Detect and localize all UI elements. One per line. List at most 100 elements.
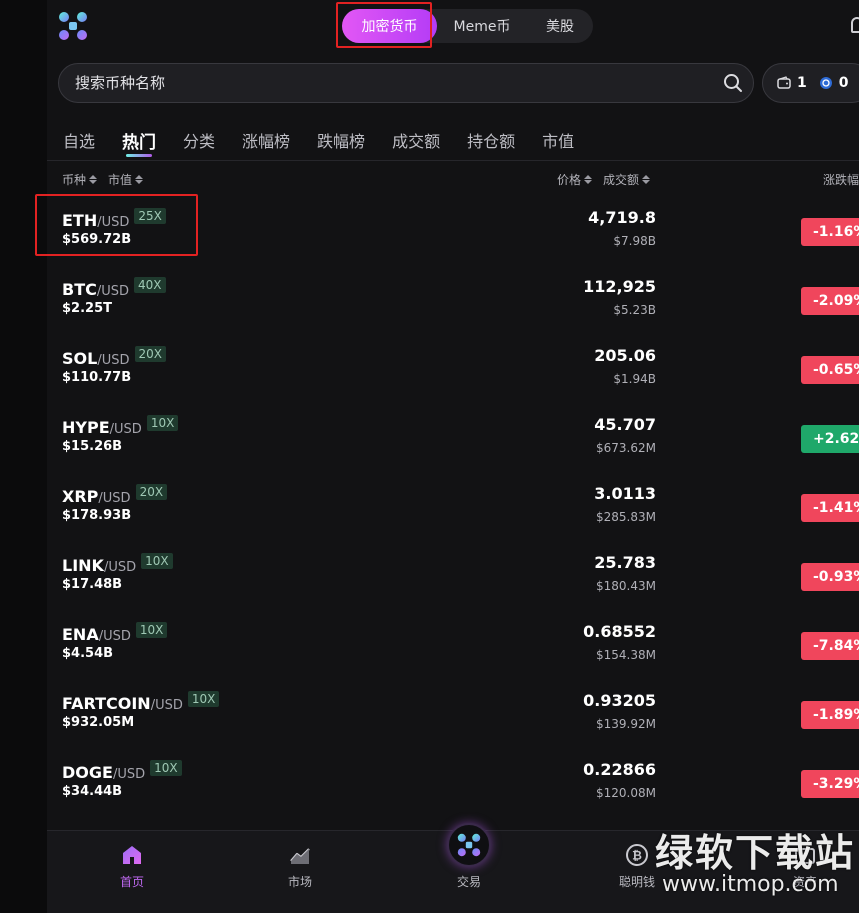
tab-hot[interactable]: 热门 (122, 128, 156, 160)
leverage-badge: 10X (187, 691, 220, 707)
market-type-switch: 加密货币 Meme币 美股 (342, 9, 593, 43)
table-row[interactable]: XRP/USD 20X $178.93B 3.0113 $285.83M -1.4… (47, 474, 859, 542)
tab-gainers[interactable]: 涨幅榜 (242, 128, 290, 160)
table-row[interactable]: ETH/USD 25X $569.72B 4,719.8 $7.98B -1.16… (47, 198, 859, 266)
watermark-title: 绿软下载站 (655, 831, 856, 875)
table-row[interactable]: ENA/USD 10X $4.54B 0.68552 $154.38M -7.84… (47, 612, 859, 680)
change-badge: -0.93% (801, 563, 859, 591)
nav-trade[interactable]: 交易 (419, 823, 519, 913)
leverage-badge: 10X (146, 415, 179, 431)
tab-market-cap[interactable]: 市值 (542, 128, 574, 160)
table-row[interactable]: BTC/USD 40X $2.25T 112,925 $5.23B -2.09% (47, 267, 859, 335)
coin-count: 0 (838, 75, 849, 91)
wallet-summary[interactable]: 1 0 (762, 63, 859, 103)
left-side-strip (0, 0, 47, 913)
row-price: 205.06 (594, 346, 656, 365)
sort-by-price[interactable]: 价格 (557, 171, 593, 188)
row-price: 0.22866 (583, 760, 656, 779)
watermark-url: www.itmop.com (662, 872, 839, 897)
tab-losers[interactable]: 跌幅榜 (317, 128, 365, 160)
search-input[interactable] (75, 74, 713, 92)
wallet-count: 1 (797, 75, 807, 91)
nav-trade-label: 交易 (456, 875, 481, 889)
sort-by-coin[interactable]: 币种 (62, 171, 98, 188)
row-market-cap: $569.72B (62, 232, 132, 247)
segment-meme[interactable]: Meme币 (437, 9, 527, 43)
row-symbol: XRP (62, 487, 99, 506)
row-price: 0.93205 (583, 691, 656, 710)
row-price: 0.68552 (583, 622, 656, 641)
tab-watchlist[interactable]: 自选 (63, 128, 95, 160)
row-volume: $5.23B (613, 303, 656, 317)
row-volume: $1.94B (613, 372, 656, 386)
row-price: 4,719.8 (588, 208, 656, 227)
row-quote: /USD (98, 629, 131, 644)
sort-arrows-icon (89, 175, 98, 184)
row-quote: /USD (150, 698, 183, 713)
table-row[interactable]: LINK/USD 10X $17.48B 25.783 $180.43M -0.9… (47, 543, 859, 611)
segment-crypto[interactable]: 加密货币 (342, 9, 437, 43)
tab-open-interest[interactable]: 持仓额 (467, 128, 515, 160)
change-badge: +2.62% (801, 425, 859, 453)
table-row[interactable]: HYPE/USD 10X $15.26B 45.707 $673.62M +2.6… (47, 405, 859, 473)
table-row[interactable]: DOGE/USD 10X $34.44B 0.22866 $120.08M -3.… (47, 750, 859, 818)
column-change-label: 涨跌幅 (823, 173, 859, 187)
nav-home-label: 首页 (119, 875, 144, 889)
sort-by-change[interactable]: 涨跌幅 (823, 171, 859, 188)
row-volume: $180.43M (596, 579, 656, 593)
change-badge: -2.09% (801, 287, 859, 315)
leverage-badge: 25X (134, 208, 166, 224)
row-price: 112,925 (583, 277, 656, 296)
row-symbol: LINK (62, 556, 104, 575)
segment-us-stocks[interactable]: 美股 (527, 9, 593, 43)
column-volume-label: 成交额 (603, 173, 640, 187)
row-symbol: ETH (62, 211, 98, 230)
row-symbol: HYPE (62, 418, 110, 437)
notification-bell-icon[interactable] (851, 17, 859, 33)
table-row[interactable]: FARTCOIN/USD 10X $932.05M 0.93205 $139.92… (47, 681, 859, 749)
row-price: 25.783 (594, 553, 656, 572)
nav-home[interactable]: 首页 (82, 831, 182, 913)
app-logo-icon[interactable] (58, 11, 88, 41)
table-row[interactable]: SOL/USD 20X $110.77B 205.06 $1.94B -0.65% (47, 336, 859, 404)
market-chart-icon (290, 848, 310, 864)
row-symbol: SOL (62, 349, 98, 368)
wallet-icon (777, 76, 791, 89)
sort-by-mcap[interactable]: 市值 (108, 171, 144, 188)
row-volume: $120.08M (596, 786, 656, 800)
row-quote: /USD (103, 560, 137, 575)
coin-icon (819, 77, 832, 89)
row-quote: /USD (112, 767, 146, 782)
row-volume: $7.98B (613, 234, 656, 248)
row-volume: $154.38M (596, 648, 656, 662)
change-badge: -1.89% (801, 701, 859, 729)
sort-arrows-icon (135, 175, 144, 184)
column-price-label: 价格 (557, 173, 582, 187)
trade-icon (457, 833, 481, 857)
bitcoin-icon: ₿ (626, 844, 648, 866)
change-badge: -3.29% (801, 770, 859, 798)
row-quote: /USD (109, 422, 142, 437)
search-icon[interactable] (713, 63, 753, 103)
change-badge: -1.16% (801, 218, 859, 246)
row-market-cap: $17.48B (62, 577, 123, 592)
leverage-badge: 20X (134, 346, 166, 362)
row-market-cap: $34.44B (62, 784, 123, 799)
tab-volume[interactable]: 成交额 (392, 128, 440, 160)
row-symbol: DOGE (62, 763, 113, 782)
tabs-divider (47, 160, 859, 161)
row-market-cap: $4.54B (62, 646, 114, 661)
row-volume: $139.92M (596, 717, 656, 731)
row-quote: /USD (96, 284, 130, 299)
leverage-badge: 10X (135, 622, 168, 638)
sort-arrows-icon (642, 175, 651, 184)
nav-market[interactable]: 市场 (250, 831, 350, 913)
tab-categories[interactable]: 分类 (183, 128, 215, 160)
row-market-cap: $15.26B (62, 439, 123, 454)
category-tabs: 自选 热门 分类 涨幅榜 跌幅榜 成交额 持仓额 市值 (63, 128, 601, 160)
row-symbol: BTC (62, 280, 97, 299)
sort-by-volume[interactable]: 成交额 (603, 171, 651, 188)
row-quote: /USD (97, 353, 130, 368)
row-market-cap: $110.77B (62, 370, 132, 385)
trade-button[interactable] (447, 823, 491, 867)
